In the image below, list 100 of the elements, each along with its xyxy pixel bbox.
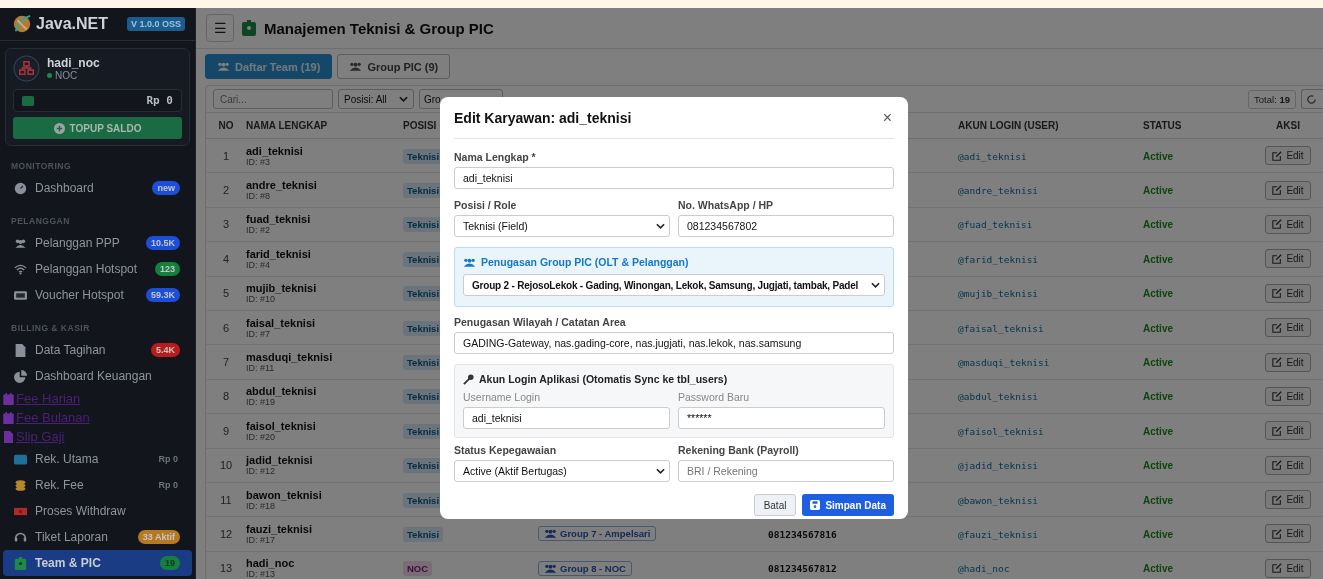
sidebar-item[interactable]: Dashboard new [3, 175, 192, 201]
edit-button[interactable]: Edit [1265, 490, 1311, 510]
field-label: Rekening Bank (Payroll) [678, 444, 800, 456]
edit-button[interactable]: Edit [1265, 214, 1311, 234]
edit-icon [1272, 391, 1283, 402]
edit-button[interactable]: Edit [1265, 558, 1311, 578]
login-username: @abdul_teknisi [958, 391, 1039, 403]
sidebar-item[interactable]: Team & PIC 19 [3, 550, 192, 576]
count-badge: 33 Aktif [137, 530, 180, 544]
edit-button[interactable]: Edit [1265, 386, 1311, 406]
login-username: @adi_teknisi [958, 150, 1027, 162]
password-field[interactable]: ****** [678, 407, 885, 429]
edit-button[interactable]: Edit [1265, 249, 1311, 269]
close-button[interactable]: × [880, 108, 894, 127]
employee-name: bawon_teknisi [246, 488, 323, 501]
pie-chart-icon [14, 369, 27, 383]
employee-id: ID: #12 [246, 466, 277, 477]
panel-title: Akun Login Aplikasi (Otomatis Sync ke tbl_users) [479, 373, 728, 385]
users-icon [349, 61, 363, 72]
bank-field[interactable]: BRI / Rekening [678, 460, 894, 482]
sidebar-item[interactable]: Pelanggan PPP 10.5K [3, 230, 192, 256]
name-field[interactable]: adi_teknisi [454, 167, 894, 189]
employee-id: ID: #11 [246, 363, 276, 374]
phone-field[interactable]: 081234567802 [678, 215, 894, 237]
row-number: 2 [221, 184, 231, 197]
sidebar-item[interactable]: Pelanggan Hotspot 123 [3, 256, 192, 282]
edit-button[interactable]: Edit [1265, 524, 1311, 544]
online-dot [47, 73, 52, 78]
refresh-button[interactable] [1301, 89, 1323, 109]
group-select[interactable]: Group 2 - RejosoLekok - Gading, Winongan, Lekok, Samsung, Jugjati, tambak, Padel [463, 274, 885, 296]
position-tag: Teknisi [403, 527, 444, 542]
edit-icon [1272, 460, 1283, 471]
row-number: 4 [221, 252, 231, 265]
employee-name: abdul_teknisi [246, 385, 318, 398]
edit-icon [1272, 253, 1283, 264]
count-badge: 5.4K [151, 343, 180, 357]
logo-icon [12, 13, 32, 35]
sidebar-item[interactable]: Rek. Fee Rp 0 [3, 472, 192, 498]
username-field[interactable]: adi_teknisi [463, 407, 670, 429]
employee-id: ID: #10 [246, 294, 277, 305]
edit-icon [1272, 425, 1283, 436]
balance-amount: Rp 0 [158, 454, 178, 464]
sidebar-item[interactable]: Proses Withdraw [3, 498, 192, 524]
edit-icon [1272, 357, 1283, 368]
login-username: @fuad_teknisi [958, 219, 1033, 231]
edit-button[interactable]: Edit [1265, 455, 1311, 475]
sidebar-item[interactable]: Dashboard Keuangan [3, 363, 192, 389]
phone-number: 081234567816 [768, 529, 837, 540]
total-badge: Total: 19 [1248, 89, 1296, 109]
edit-button[interactable]: Edit [1265, 318, 1311, 338]
employee-name: farid_teknisi [246, 247, 312, 260]
count-badge: new [152, 181, 180, 195]
edit-button[interactable]: Edit [1265, 352, 1311, 372]
edit-button[interactable]: Edit [1265, 421, 1311, 441]
sidebar-item[interactable]: Rek. Utama Rp 0 [3, 446, 192, 472]
sidebar-item[interactable]: Voucher Hotspot 59.3K [3, 282, 192, 308]
status-text: Active [1143, 322, 1173, 334]
employee-name: fuad_teknisi [246, 213, 312, 226]
tab[interactable]: Group PIC (9) [337, 54, 451, 79]
chevron-down-icon [871, 282, 880, 288]
sidebar-label: Dashboard [35, 181, 95, 195]
area-field[interactable]: GADING-Gateway, nas.gading-core, nas.jugjati, nas.lekok, nas.samsung [454, 332, 894, 354]
row-number: 1 [221, 149, 231, 162]
position-select[interactable]: Posisi: All [338, 89, 414, 109]
refresh-icon [1306, 93, 1317, 105]
status-select[interactable]: Active (Aktif Bertugas) [454, 460, 670, 482]
sidebar-label: Proses Withdraw [35, 504, 127, 518]
wallet-icon [22, 95, 34, 106]
employee-name: jadid_teknisi [246, 454, 314, 467]
dialog-title: Edit Karyawan: adi_teknisi [454, 109, 632, 126]
panel-title: Penugasan Group PIC (OLT & Pelanggan) [481, 256, 689, 268]
edit-button[interactable]: Edit [1265, 283, 1311, 303]
save-button[interactable]: Simpan Data [802, 494, 894, 516]
sidebar-label: Pelanggan PPP [35, 236, 121, 250]
status-text: Active [1143, 494, 1173, 506]
edit-icon [1272, 219, 1283, 230]
cancel-button[interactable]: Batal [753, 494, 797, 516]
sidebar-label: Tiket Laporan [35, 530, 109, 544]
role-select[interactable]: Teknisi (Field) [454, 215, 670, 237]
edit-icon [1272, 150, 1283, 161]
row-number: 9 [221, 424, 231, 437]
column-header: STATUS [1143, 120, 1183, 131]
edit-button[interactable]: Edit [1265, 146, 1311, 166]
menu-button[interactable]: ☰ [206, 14, 234, 42]
status-text: Active [1143, 460, 1173, 472]
status-text: Active [1143, 529, 1173, 540]
plus-circle-icon [53, 122, 65, 134]
sidebar-item[interactable]: Data Tagihan 5.4K [3, 337, 192, 363]
row-number: 12 [218, 528, 234, 540]
edit-button[interactable]: Edit [1265, 180, 1311, 200]
login-username: @masduqi_teknisi [958, 357, 1050, 369]
column-header: NO [217, 120, 235, 131]
position-tag: NOC [403, 561, 433, 577]
sidebar-item[interactable]: Tiket Laporan 33 Aktif [3, 524, 192, 550]
search-field[interactable]: Cari... [213, 89, 333, 109]
calendar-icon [3, 411, 14, 424]
login-username: @jadid_teknisi [958, 460, 1039, 472]
employee-name: adi_teknisi [246, 144, 304, 157]
employee-id: ID: #18 [246, 500, 276, 511]
topup-button[interactable]: TOPUP SALDO [13, 117, 182, 139]
